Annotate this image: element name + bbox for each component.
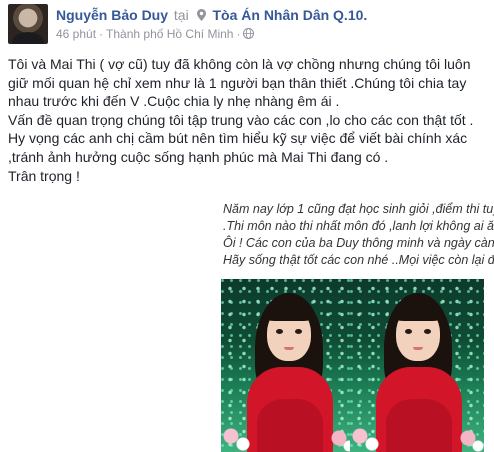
post-paragraph: Trân trọng ! bbox=[8, 167, 80, 184]
photo-bangs bbox=[265, 301, 313, 321]
photo-eye bbox=[295, 329, 302, 334]
post-paragraph: Tôi và Mai Thi ( vợ cũ) tuy đã không còn… bbox=[8, 56, 471, 110]
author-line: Nguyễn Bảo Duy tại Tòa Án Nhân Dân Q.10. bbox=[56, 7, 367, 23]
photo-bangs bbox=[394, 301, 442, 321]
post-paragraph: Hy vọng các anh chị cầm bút nên tìm hiểu… bbox=[8, 130, 468, 165]
photo-flowers bbox=[350, 416, 484, 452]
post-body: Tôi và Mai Thi ( vợ cũ) tuy đã không còn… bbox=[8, 55, 492, 185]
photo-girl-right bbox=[350, 279, 484, 452]
photo-frame: Năm nay lớp 1 cũng đạt học sinh giỏi ,đi… bbox=[211, 193, 494, 452]
caption-line: Ôi ! Các con của ba Duy thông minh và ng… bbox=[223, 236, 494, 250]
post-meta: 46 phút · Thành phố Hồ Chí Minh · bbox=[56, 27, 256, 41]
photo-caption: Năm nay lớp 1 cũng đạt học sinh giỏi ,đi… bbox=[223, 201, 494, 269]
caption-line: .Thi môn nào thi nhất môn đó ,lanh lợi k… bbox=[223, 219, 494, 233]
photo-mouth bbox=[413, 347, 423, 350]
meta-separator: · bbox=[99, 27, 104, 41]
photo-eye bbox=[276, 329, 283, 334]
meta-separator-2: · bbox=[236, 27, 241, 41]
post-header: Nguyễn Bảo Duy tại Tòa Án Nhân Dân Q.10.… bbox=[8, 4, 488, 48]
facebook-post: Nguyễn Bảo Duy tại Tòa Án Nhân Dân Q.10.… bbox=[0, 0, 494, 452]
post-paragraph: Vấn đề quan trọng chúng tôi tập trung và… bbox=[8, 111, 474, 128]
avatar-shoulders bbox=[12, 32, 44, 44]
city-link[interactable]: Thành phố Hồ Chí Minh bbox=[106, 27, 233, 41]
at-word: tại bbox=[173, 7, 189, 23]
author-name-link[interactable]: Nguyễn Bảo Duy bbox=[56, 7, 168, 23]
post-time-link[interactable]: 46 phút bbox=[56, 27, 96, 41]
location-link[interactable]: Tòa Án Nhân Dân Q.10. bbox=[212, 7, 367, 23]
caption-line: Hãy sống thật tốt các con nhé ..Mọi việc… bbox=[223, 253, 494, 267]
globe-icon[interactable] bbox=[243, 28, 255, 39]
post-photo[interactable]: Năm nay lớp 1 cũng đạt học sinh giỏi ,đi… bbox=[211, 193, 494, 452]
location-pin-icon bbox=[196, 9, 206, 21]
photo-girl-left bbox=[221, 279, 355, 452]
photo-flowers bbox=[221, 416, 355, 452]
caption-line: Năm nay lớp 1 cũng đạt học sinh giỏi ,đi… bbox=[223, 202, 494, 216]
photo-eye bbox=[424, 329, 431, 334]
photo-mouth bbox=[284, 347, 294, 350]
author-avatar[interactable] bbox=[8, 4, 48, 44]
photo-eye bbox=[405, 329, 412, 334]
